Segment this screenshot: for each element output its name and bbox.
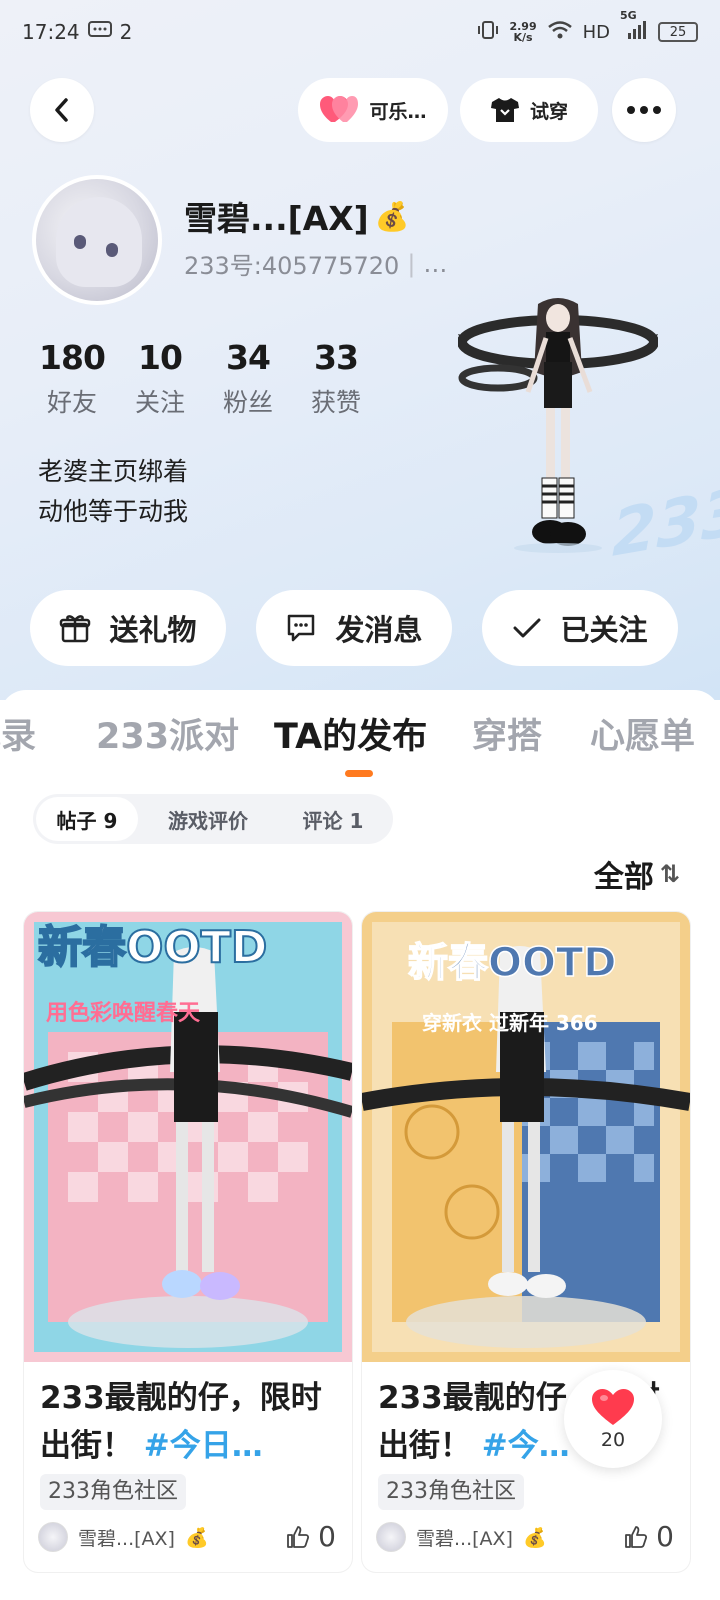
profile-name: 雪碧...[AX] bbox=[184, 199, 369, 238]
vibrate-icon bbox=[477, 19, 499, 46]
notification-count: 2 bbox=[119, 20, 133, 44]
try-on-label: 试穿 bbox=[529, 100, 568, 123]
post-title: 233最靓的仔，限时出街！ #今日… bbox=[40, 1380, 322, 1464]
tab-wishlist[interactable]: 心愿单 bbox=[590, 708, 695, 759]
author-name: 雪碧...[AX] bbox=[416, 1527, 513, 1550]
profile-tabs: 记录 233派对 TA的发布 穿搭 心愿单 bbox=[0, 708, 720, 768]
subtab-game-reviews[interactable]: 游戏评价 bbox=[138, 797, 278, 841]
battery-indicator: 25 bbox=[658, 22, 698, 42]
stat-fans[interactable]: 34 粉丝 bbox=[204, 338, 292, 419]
like-count: 0 bbox=[656, 1520, 674, 1553]
like-counter[interactable]: 0 bbox=[624, 1520, 674, 1553]
post-author[interactable]: 雪碧...[AX] 💰 bbox=[376, 1522, 547, 1552]
top-bar: 可乐… 试穿 bbox=[0, 78, 720, 142]
money-bag-icon: 💰 bbox=[522, 1526, 547, 1549]
poster-subtitle: 穿新衣 过新年 366 bbox=[422, 1011, 598, 1035]
network-type: HD bbox=[582, 21, 610, 43]
pet-name-label: 可乐… bbox=[369, 100, 427, 123]
gift-icon bbox=[60, 615, 91, 643]
uid-more-icon[interactable]: … bbox=[423, 250, 447, 278]
like-count: 0 bbox=[318, 1520, 336, 1553]
tshirt-icon bbox=[490, 98, 519, 122]
send-gift-button[interactable]: 送礼物 bbox=[30, 590, 226, 666]
uid-row[interactable]: 233号:405775720 | … bbox=[184, 246, 447, 281]
money-bag-icon: 💰 bbox=[374, 199, 410, 233]
sort-label: 全部 bbox=[593, 860, 654, 895]
net-speed: 2.99 K/s bbox=[509, 20, 537, 44]
profile-actions: 送礼物 发消息 已关注 bbox=[0, 590, 720, 668]
pet-button[interactable]: 可乐… bbox=[298, 78, 448, 142]
floating-like-count: 20 bbox=[600, 1429, 626, 1451]
followed-button[interactable]: 已关注 bbox=[482, 590, 678, 666]
tab-records[interactable]: 记录 bbox=[0, 708, 36, 759]
uid-text: 233号:405775720 bbox=[184, 252, 400, 280]
thumbs-up-icon bbox=[625, 1525, 648, 1548]
back-button[interactable] bbox=[30, 78, 94, 142]
wifi-icon bbox=[547, 20, 573, 45]
profile-bio: 老婆主页绑着 动他等于动我 bbox=[38, 457, 189, 526]
message-icon bbox=[87, 20, 112, 44]
poster-subtitle: 用色彩唤醒春天 bbox=[46, 1000, 201, 1026]
avatar[interactable] bbox=[32, 175, 162, 305]
avatar-3d-figure[interactable] bbox=[458, 292, 658, 557]
heart-icon bbox=[592, 1389, 634, 1425]
poster-title: 新春OOTD bbox=[38, 922, 267, 973]
author-name: 雪碧...[AX] bbox=[78, 1527, 175, 1550]
stat-likes: 33 获赞 bbox=[310, 338, 361, 417]
more-dots-icon bbox=[627, 106, 661, 114]
like-counter[interactable]: 0 bbox=[286, 1520, 336, 1553]
tab-posts[interactable]: TA的发布 bbox=[274, 708, 427, 759]
heart-icon bbox=[320, 96, 359, 122]
sort-dropdown[interactable]: 全部 ⇅ bbox=[594, 852, 680, 896]
post-author[interactable]: 雪碧...[AX] 💰 bbox=[38, 1522, 209, 1552]
post-cover-image: 新春OOTD 穿新衣 过新年 366 bbox=[362, 912, 690, 1362]
checkmark-icon bbox=[513, 618, 541, 638]
post-hashtag[interactable]: #今日… bbox=[144, 1428, 263, 1464]
uid-divider: | bbox=[407, 249, 416, 278]
status-bar: 17:24 2 2.99 K/s HD 5G 25 bbox=[0, 0, 720, 64]
signal-icon: 5G bbox=[620, 9, 648, 46]
community-badge[interactable]: 233角色社区 bbox=[40, 1474, 186, 1510]
subtab-comments[interactable]: 评论 1 bbox=[278, 797, 388, 841]
author-avatar bbox=[38, 1522, 68, 1552]
more-button[interactable] bbox=[612, 78, 676, 142]
send-gift-label: 送礼物 bbox=[109, 613, 197, 647]
profile-name-row: 雪碧...[AX] 💰 bbox=[184, 192, 410, 240]
chat-bubble-icon bbox=[288, 614, 315, 642]
chevron-left-icon bbox=[55, 98, 68, 122]
followed-label: 已关注 bbox=[560, 613, 648, 647]
profile-stats: 180 好友 10 关注 34 粉丝 33 获赞 bbox=[28, 338, 380, 419]
subtab-posts[interactable]: 帖子 9 bbox=[36, 797, 138, 841]
post-hashtag[interactable]: #今… bbox=[482, 1428, 570, 1464]
tab-outfits[interactable]: 穿搭 bbox=[472, 708, 542, 759]
post-card[interactable]: 新春OOTD 穿新衣 过新年 366 233最靓的仔，限时出街！ #今… 233… bbox=[362, 912, 690, 1572]
status-time: 17:24 bbox=[22, 20, 80, 44]
stat-friends[interactable]: 180 好友 bbox=[28, 338, 116, 419]
sort-icon: ⇅ bbox=[659, 860, 680, 888]
send-message-label: 发消息 bbox=[335, 613, 423, 647]
thumbs-up-icon bbox=[287, 1525, 310, 1548]
post-card[interactable]: 新春OOTD 用色彩唤醒春天 233最靓的仔，限时出街！ #今日… 233角色社… bbox=[24, 912, 352, 1572]
stat-following[interactable]: 10 关注 bbox=[116, 338, 204, 419]
money-bag-icon: 💰 bbox=[184, 1526, 209, 1549]
tab-party[interactable]: 233派对 bbox=[96, 708, 239, 759]
post-subtabs: 帖子 9 游戏评价 评论 1 bbox=[33, 794, 393, 844]
author-avatar bbox=[376, 1522, 406, 1552]
community-badge[interactable]: 233角色社区 bbox=[378, 1474, 524, 1510]
active-tab-indicator bbox=[345, 770, 373, 777]
send-message-button[interactable]: 发消息 bbox=[256, 590, 452, 666]
try-on-button[interactable]: 试穿 bbox=[460, 78, 598, 142]
poster-title: 新春OOTD bbox=[408, 940, 617, 986]
post-cover-image: 新春OOTD 用色彩唤醒春天 bbox=[24, 912, 352, 1362]
floating-like-button[interactable]: 20 bbox=[564, 1370, 662, 1468]
